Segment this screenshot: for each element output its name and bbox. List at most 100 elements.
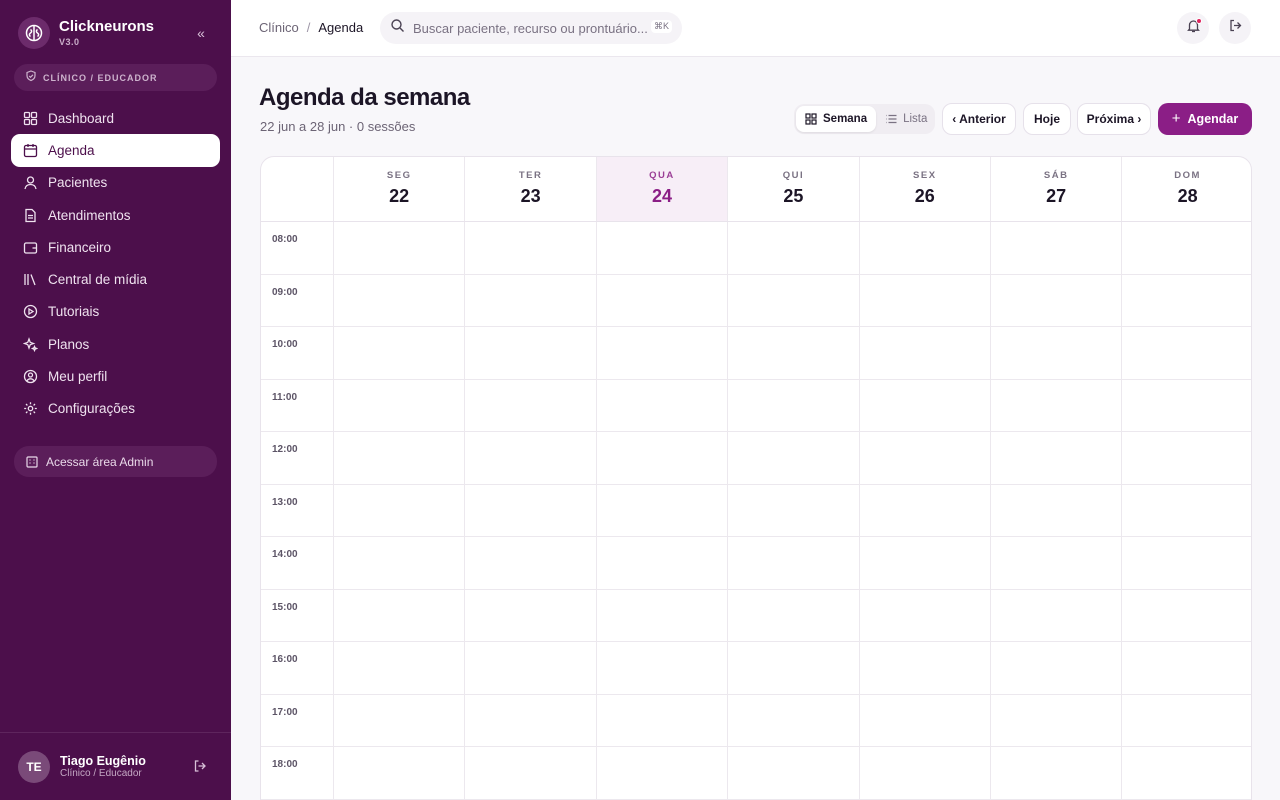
- today-button[interactable]: Hoje: [1023, 103, 1071, 135]
- tab-lista[interactable]: Lista: [876, 106, 936, 132]
- day-header-26[interactable]: SEX 26: [858, 157, 990, 221]
- sidebar-item-pacientes[interactable]: Pacientes: [11, 167, 220, 199]
- time-slot[interactable]: [727, 274, 858, 327]
- time-slot[interactable]: [333, 694, 464, 747]
- admin-area-button[interactable]: Acessar área Admin: [14, 446, 217, 477]
- sidebar-item-agenda[interactable]: Agenda: [11, 134, 220, 167]
- time-slot[interactable]: [595, 747, 727, 800]
- time-slot[interactable]: [727, 327, 858, 380]
- time-slot[interactable]: [595, 327, 727, 380]
- breadcrumb-clinico[interactable]: Clínico: [259, 20, 299, 35]
- time-slot[interactable]: [595, 222, 727, 275]
- day-header-23[interactable]: TER 23: [464, 157, 595, 221]
- time-slot[interactable]: [858, 537, 990, 590]
- time-slot[interactable]: [727, 432, 858, 485]
- time-slot[interactable]: [858, 642, 990, 695]
- time-slot[interactable]: [333, 747, 464, 800]
- time-slot[interactable]: [858, 747, 990, 800]
- time-slot[interactable]: [858, 222, 990, 275]
- sidebar-item-configuracoes[interactable]: Configurações: [11, 393, 220, 425]
- time-slot[interactable]: [1121, 432, 1251, 485]
- time-slot[interactable]: [990, 484, 1121, 537]
- time-slot[interactable]: [990, 642, 1121, 695]
- time-slot[interactable]: [990, 274, 1121, 327]
- time-slot[interactable]: [858, 484, 990, 537]
- time-slot[interactable]: [333, 642, 464, 695]
- time-slot[interactable]: [1121, 642, 1251, 695]
- sidebar-item-tutoriais[interactable]: Tutoriais: [11, 296, 220, 328]
- notifications-button[interactable]: [1177, 12, 1209, 44]
- sidebar-item-financeiro[interactable]: Financeiro: [11, 231, 220, 263]
- sidebar-item-planos[interactable]: Planos: [11, 328, 220, 360]
- time-slot[interactable]: [464, 642, 595, 695]
- time-slot[interactable]: [595, 694, 727, 747]
- time-slot[interactable]: [990, 327, 1121, 380]
- time-slot[interactable]: [595, 379, 727, 432]
- time-slot[interactable]: [464, 432, 595, 485]
- time-slot[interactable]: [990, 222, 1121, 275]
- day-header-27[interactable]: SÁB 27: [990, 157, 1121, 221]
- sidebar-item-meu-perfil[interactable]: Meu perfil: [11, 360, 220, 392]
- time-slot[interactable]: [595, 642, 727, 695]
- day-header-24[interactable]: QUA 24: [595, 157, 728, 221]
- time-slot[interactable]: [990, 589, 1121, 642]
- time-slot[interactable]: [333, 432, 464, 485]
- time-slot[interactable]: [1121, 222, 1251, 275]
- time-slot[interactable]: [1121, 747, 1251, 800]
- time-slot[interactable]: [464, 274, 595, 327]
- time-slot[interactable]: [858, 379, 990, 432]
- time-slot[interactable]: [464, 222, 595, 275]
- time-slot[interactable]: [333, 589, 464, 642]
- time-slot[interactable]: [858, 694, 990, 747]
- previous-week-button[interactable]: ‹ Anterior: [942, 103, 1016, 135]
- time-slot[interactable]: [595, 484, 727, 537]
- time-slot[interactable]: [595, 589, 727, 642]
- time-slot[interactable]: [727, 642, 858, 695]
- time-slot[interactable]: [464, 747, 595, 800]
- avatar[interactable]: TE: [18, 751, 50, 783]
- time-slot[interactable]: [727, 694, 858, 747]
- time-slot[interactable]: [858, 589, 990, 642]
- time-slot[interactable]: [333, 537, 464, 590]
- time-slot[interactable]: [858, 274, 990, 327]
- day-header-28[interactable]: DOM 28: [1121, 157, 1251, 221]
- time-slot[interactable]: [595, 432, 727, 485]
- time-slot[interactable]: [990, 694, 1121, 747]
- time-slot[interactable]: [727, 379, 858, 432]
- time-slot[interactable]: [464, 379, 595, 432]
- time-slot[interactable]: [333, 379, 464, 432]
- time-slot[interactable]: [464, 694, 595, 747]
- time-slot[interactable]: [333, 222, 464, 275]
- time-slot[interactable]: [1121, 379, 1251, 432]
- time-slot[interactable]: [333, 327, 464, 380]
- time-slot[interactable]: [333, 484, 464, 537]
- time-slot[interactable]: [1121, 327, 1251, 380]
- time-slot[interactable]: [727, 747, 858, 800]
- sidebar-item-atendimentos[interactable]: Atendimentos: [11, 199, 220, 231]
- time-slot[interactable]: [990, 537, 1121, 590]
- time-slot[interactable]: [1121, 484, 1251, 537]
- time-slot[interactable]: [595, 537, 727, 590]
- time-slot[interactable]: [990, 432, 1121, 485]
- time-slot[interactable]: [333, 274, 464, 327]
- time-slot[interactable]: [464, 589, 595, 642]
- time-slot[interactable]: [990, 747, 1121, 800]
- time-slot[interactable]: [595, 274, 727, 327]
- schedule-button[interactable]: + Agendar: [1158, 103, 1252, 135]
- day-header-22[interactable]: SEG 22: [333, 157, 464, 221]
- search-bar[interactable]: ⌘K: [380, 12, 682, 44]
- time-slot[interactable]: [464, 327, 595, 380]
- logout-button[interactable]: [1219, 12, 1251, 44]
- time-slot[interactable]: [1121, 274, 1251, 327]
- day-header-25[interactable]: QUI 25: [727, 157, 858, 221]
- next-week-button[interactable]: Próxima ›: [1077, 103, 1151, 135]
- time-slot[interactable]: [1121, 589, 1251, 642]
- logout-icon[interactable]: [193, 759, 209, 775]
- time-slot[interactable]: [464, 537, 595, 590]
- time-slot[interactable]: [1121, 694, 1251, 747]
- time-slot[interactable]: [858, 432, 990, 485]
- brand[interactable]: Clickneurons V3.0: [18, 17, 154, 49]
- sidebar-item-central-de-midia[interactable]: Central de mídia: [11, 263, 220, 295]
- time-slot[interactable]: [1121, 537, 1251, 590]
- search-input[interactable]: [413, 20, 648, 36]
